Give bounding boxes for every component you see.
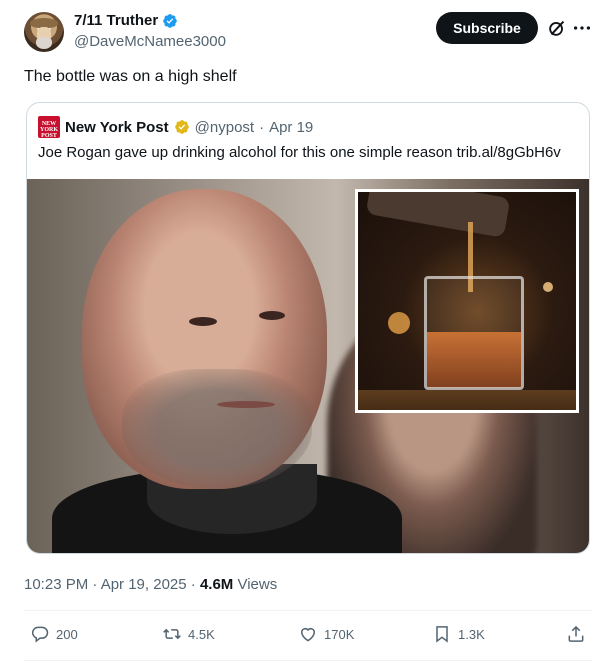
meta-divider — [24, 610, 592, 611]
tweet-meta: 10:23 PM · Apr 19, 2025 · 4.6M Views — [24, 576, 277, 593]
author-name-row: 7/11 Truther — [74, 12, 178, 29]
author-avatar[interactable] — [24, 12, 64, 52]
tweet: 7/11 Truther @DaveMcNamee3000 Subscribe … — [0, 0, 616, 664]
inset-bokeh-light-small — [543, 282, 553, 292]
quoted-tweet-text: Joe Rogan gave up drinking alcohol for t… — [38, 144, 561, 161]
photo-subject-right-eye — [259, 311, 285, 320]
author-handle[interactable]: @DaveMcNamee3000 — [74, 33, 226, 50]
retweet-button[interactable]: 4.5K — [162, 624, 215, 644]
quoted-separator: · — [259, 118, 265, 136]
quoted-tweet[interactable]: NEW YORK POST New York Post @nypost · Apr … — [26, 102, 590, 554]
inset-bokeh-light — [388, 312, 410, 334]
bookmark-count: 1.3K — [458, 626, 485, 642]
quoted-author-name[interactable]: New York Post — [65, 119, 169, 136]
bookmark-icon — [436, 626, 448, 643]
retweet-icon — [163, 628, 181, 640]
like-count: 170K — [324, 626, 355, 642]
tweet-timestamp[interactable]: 10:23 PM · Apr 19, 2025 · — [24, 576, 200, 593]
more-icon[interactable] — [571, 17, 593, 39]
bottom-divider — [24, 660, 592, 661]
reply-button[interactable]: 200 — [30, 624, 78, 644]
bookmark-button[interactable]: 1.3K — [432, 624, 485, 644]
tweet-text: The bottle was on a high shelf — [24, 68, 237, 85]
subscribe-button[interactable]: Subscribe — [436, 12, 538, 44]
photo-subject-mouth — [217, 401, 275, 408]
like-button[interactable]: 170K — [298, 624, 354, 644]
inset-table — [358, 390, 576, 410]
nypost-logo[interactable]: NEW YORK POST — [38, 116, 60, 139]
views-count: 4.6M — [199, 576, 234, 593]
quoted-author-handle[interactable]: @nypost — [195, 119, 254, 136]
inset-glass — [424, 276, 524, 390]
avatar-beard — [36, 37, 52, 49]
share-button[interactable] — [566, 624, 586, 644]
gold-check-icon — [174, 120, 189, 134]
reply-icon — [32, 626, 49, 643]
retweet-count: 4.5K — [188, 626, 215, 642]
inset-bottle — [365, 192, 511, 238]
views-label: Views — [233, 576, 278, 593]
photo-subject-stubble — [122, 369, 312, 489]
grok-icon[interactable] — [546, 17, 568, 39]
quoted-tweet-header: NEW YORK POST New York Post @nypost · Apr … — [38, 116, 313, 139]
blue-check-icon — [163, 13, 178, 28]
quoted-tweet-image[interactable] — [27, 179, 589, 553]
quoted-date[interactable]: Apr 19 — [269, 119, 313, 136]
share-icon — [568, 625, 584, 642]
photo-subject-left-eye — [189, 317, 217, 326]
heart-icon — [301, 628, 315, 642]
photo-inset-whiskey — [355, 189, 579, 413]
reply-count: 200 — [56, 626, 78, 642]
author-display-name[interactable]: 7/11 Truther — [74, 12, 158, 29]
